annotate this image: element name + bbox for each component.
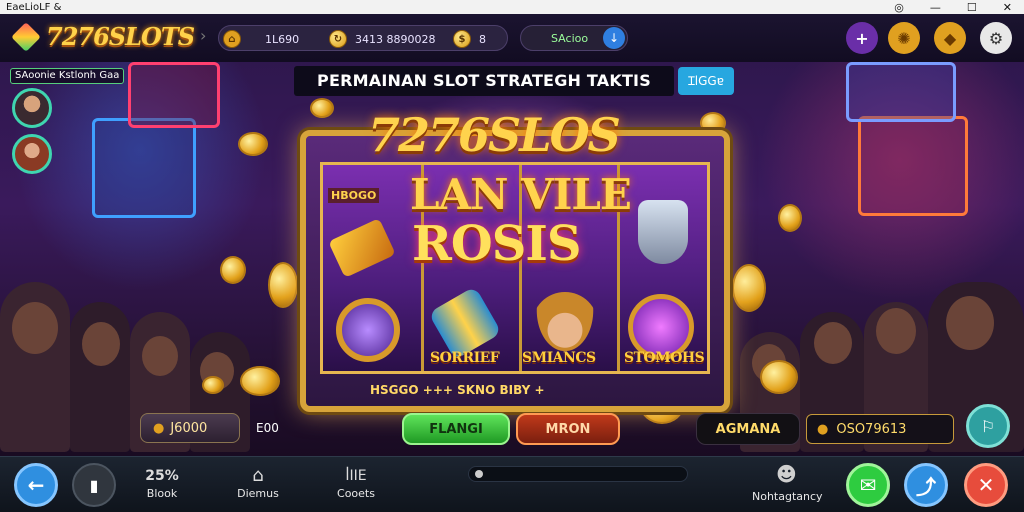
machine-title: 7276SLOS <box>368 108 621 162</box>
balance-a: 1L690 <box>265 32 300 46</box>
nav-item-label: Cooets <box>337 487 375 500</box>
window-close-button[interactable]: ✕ <box>1003 1 1012 14</box>
gift-icon[interactable]: ✺ <box>888 22 920 54</box>
window-record-button[interactable]: ◎ <box>894 1 904 14</box>
ring-symbol-icon <box>336 298 400 362</box>
coin-icon: ● <box>817 421 829 437</box>
settings-icon[interactable]: ⚙ <box>980 22 1012 54</box>
symbol-label: STOMOHS <box>624 350 705 366</box>
neon-sign-left <box>92 118 196 218</box>
profile-icon[interactable]: ☻ <box>776 462 797 486</box>
status-text: SAcioo <box>551 32 589 45</box>
slider-knob[interactable] <box>475 470 483 478</box>
nav-item-cooets[interactable]: ꟾIIE Cooets <box>326 465 386 500</box>
coin-decoration <box>778 204 802 232</box>
close-icon[interactable]: ✕ <box>964 463 1008 507</box>
neon-sign-top-right <box>846 62 956 122</box>
neon-sign-right <box>858 116 968 216</box>
sidebar-label: SAoonie Kstlonh Gaa <box>10 68 125 84</box>
chevron-right-icon: › <box>200 26 207 45</box>
back-icon[interactable]: ← <box>14 463 58 507</box>
balance-c: 8 <box>479 32 486 46</box>
balance-home[interactable]: ⌂ 1L690 <box>223 30 299 48</box>
coin-decoration <box>310 98 334 118</box>
nav-item-diemus[interactable]: ⌂ Diemus <box>228 465 288 500</box>
top-hud: 7276SLOTS › ⌂ 1L690 ↻ 3413 8890028 $ 8 S… <box>0 14 1024 62</box>
bet-label: J6000 <box>170 420 208 436</box>
nav-right-label: Nohtagtancy <box>752 490 823 503</box>
cowboy-symbol-icon <box>532 292 598 358</box>
nav-item-label: Diemus <box>237 487 279 500</box>
window-minimize-button[interactable]: — <box>930 1 941 14</box>
machine-headline: ROSIS <box>412 216 581 272</box>
coin-decoration <box>220 256 246 284</box>
stats-icon[interactable]: ⤴ <box>904 463 948 507</box>
home-icon: ⌂ <box>223 30 241 48</box>
goblet-icon <box>638 200 688 264</box>
symbol-label: SORRIEF <box>430 350 500 366</box>
window-title-bar: EaeLioLF & ◎ — ☐ ✕ <box>0 0 1024 14</box>
avatar[interactable] <box>12 88 52 128</box>
pause-icon[interactable]: ▮ <box>72 463 116 507</box>
refresh-icon: ↻ <box>329 30 347 48</box>
symbol-label: SMIANCS <box>522 350 596 366</box>
balance-refresh[interactable]: ↻ 3413 8890028 <box>329 30 435 48</box>
coin-decoration <box>760 360 798 394</box>
bet-display[interactable]: ● J6000 <box>140 413 240 443</box>
nav-item-label: Blook <box>146 487 178 500</box>
window-maximize-button[interactable]: ☐ <box>967 1 977 14</box>
coin-decoration <box>732 264 766 312</box>
window-controls: ◎ — ☐ ✕ <box>894 1 1024 14</box>
diamond-icon[interactable]: ◆ <box>934 22 966 54</box>
status-bar: SAcioo ↓ <box>520 25 628 51</box>
machine-footer: HSGGO +++ SKNO BIBY + <box>370 383 545 397</box>
plus-icon[interactable]: + <box>846 22 878 54</box>
mode-button[interactable]: MRON <box>516 413 620 445</box>
grid-icon: ꟾIIE <box>345 468 367 484</box>
gem-logo-icon <box>11 21 41 52</box>
coin-decoration <box>240 366 280 396</box>
coin-decoration <box>238 132 268 156</box>
play-button[interactable]: FLANGI <box>402 413 510 445</box>
logo-text: 7276SLOTS <box>46 22 195 51</box>
win-value: OSO79613 <box>836 421 907 437</box>
balance-coin[interactable]: $ 8 <box>453 30 486 48</box>
coin-icon: $ <box>453 30 471 48</box>
nav-blook-icon: 25% <box>145 468 179 484</box>
bet-value: E00 <box>256 421 279 435</box>
app-logo[interactable]: 7276SLOTS <box>11 21 195 52</box>
agmana-label: AGMANA <box>696 413 800 445</box>
coin-decoration <box>202 376 224 394</box>
machine-tag: HBOGO <box>328 188 380 203</box>
avatar[interactable] <box>12 134 52 174</box>
neon-sign-top-left <box>128 62 220 128</box>
win-display: ● OSO79613 <box>806 414 954 444</box>
balance-b: 3413 8890028 <box>355 32 436 46</box>
coin-decoration <box>268 262 298 308</box>
machine-subtitle: LAN VILE <box>410 170 632 219</box>
coin-bag-icon: ● <box>153 420 165 436</box>
bottom-nav: ← ▮ 25% Blook ⌂ Diemus ꟾIIE Cooets ✉ ⤴ ✕ <box>0 456 1024 512</box>
progress-slider[interactable] <box>468 466 688 482</box>
map-icon[interactable]: ⚐ <box>966 404 1010 448</box>
info-icon[interactable]: ↓ <box>603 27 625 49</box>
balance-bar: ⌂ 1L690 ↻ 3413 8890028 $ 8 <box>218 25 508 51</box>
window-title: EaeLioLF & <box>6 1 62 13</box>
chat-icon[interactable]: ✉ <box>846 463 890 507</box>
home-icon: ⌂ <box>252 465 264 486</box>
nav-item-blook[interactable]: 25% Blook <box>132 465 192 500</box>
banner-button[interactable]: ꞮlGGɐ <box>678 67 734 95</box>
page-title: PERMAINAN SLOT STRATEGH TAKTIS <box>294 66 674 96</box>
